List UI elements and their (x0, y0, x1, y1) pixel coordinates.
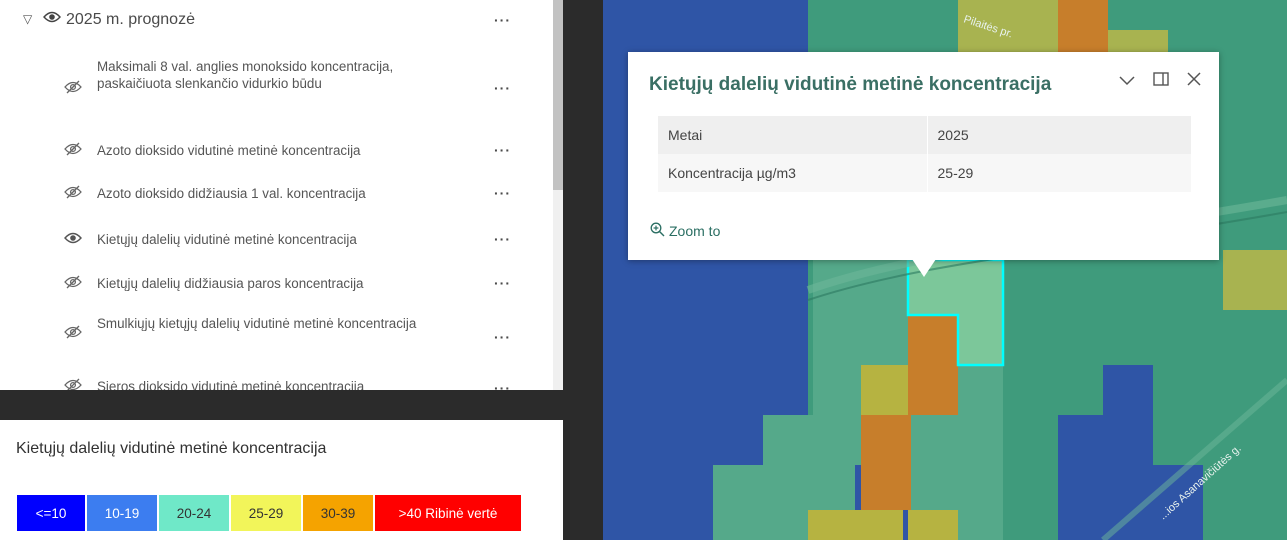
attribute-table: Metai 2025 Koncentracija µg/m3 25-29 (658, 116, 1191, 192)
layer-item-label: Smulkiųjų kietųjų dalelių vidutinė metin… (97, 316, 417, 331)
zoom-to-button[interactable]: Zoom to (650, 222, 720, 240)
layer-group-label: 2025 m. prognozė (66, 11, 195, 28)
popup-title: Kietųjų dalelių vidutinė metinė koncentr… (649, 74, 1052, 95)
table-row: Metai 2025 (658, 116, 1191, 154)
legend-class: 30-39 (302, 494, 374, 532)
layer-group-menu-button[interactable]: ··· (494, 12, 511, 28)
attribute-value: 2025 (927, 116, 1191, 154)
layer-list-scrollbar[interactable] (553, 0, 563, 390)
legend-swatches: <=10 10-19 20-24 25-29 30-39 >40 Ribinė vertė (16, 494, 522, 532)
layer-item-menu-button[interactable]: ··· (494, 275, 511, 292)
legend-class: 10-19 (86, 494, 158, 532)
caret-down-icon[interactable]: ▽ (23, 12, 32, 26)
legend-class: 20-24 (158, 494, 230, 532)
chevron-down-icon[interactable] (1119, 73, 1135, 91)
layer-item-menu-button[interactable]: ··· (494, 380, 511, 390)
eye-icon[interactable] (43, 10, 61, 24)
feature-popup: Kietųjų dalelių vidutinė metinė koncentr… (628, 52, 1219, 260)
layer-item-menu-button[interactable]: ··· (494, 329, 511, 346)
legend-panel: Kietųjų dalelių vidutinė metinė koncentr… (0, 420, 563, 540)
layer-item-label: Kietųjų dalelių didžiausia paros koncent… (97, 276, 364, 291)
layer-list-panel: ▽ 2025 m. prognozė ··· Maksimali 8 val. … (0, 0, 563, 390)
dock-icon[interactable] (1153, 72, 1169, 91)
layer-item-label: Kietųjų dalelių vidutinė metinė koncentr… (97, 232, 357, 247)
zoom-to-label: Zoom to (669, 223, 721, 239)
eye-off-icon[interactable] (64, 185, 82, 199)
layer-item-label: Azoto dioksido didžiausia 1 val. koncent… (97, 186, 366, 201)
layer-item-label: Sieros dioksido vidutinė metinė koncentr… (97, 379, 365, 390)
attribute-value: 25-29 (927, 154, 1191, 192)
eye-off-icon[interactable] (64, 325, 82, 339)
layer-item-label: Maksimali 8 val. anglies monoksido konce… (97, 59, 394, 91)
attribute-key: Koncentracija µg/m3 (658, 154, 928, 192)
attribute-key: Metai (658, 116, 928, 154)
popup-actions (1119, 72, 1201, 91)
popup-pointer (912, 259, 936, 277)
table-row: Koncentracija µg/m3 25-29 (658, 154, 1191, 192)
eye-icon[interactable] (64, 231, 82, 245)
layer-item-menu-button[interactable]: ··· (494, 80, 511, 97)
zoom-in-icon (650, 222, 665, 240)
legend-class: >40 Ribinė vertė (374, 494, 522, 532)
eye-off-icon[interactable] (64, 378, 82, 390)
eye-off-icon[interactable] (64, 80, 82, 94)
layer-group-2025[interactable]: ▽ 2025 m. prognozė ··· (0, 0, 553, 42)
layer-item-menu-button[interactable]: ··· (494, 231, 511, 248)
layer-item-label: Azoto dioksido vidutinė metinė koncentra… (97, 143, 361, 158)
eye-off-icon[interactable] (64, 275, 82, 289)
eye-off-icon[interactable] (64, 142, 82, 156)
legend-title: Kietųjų dalelių vidutinė metinė koncentr… (16, 440, 327, 457)
legend-class: <=10 (16, 494, 86, 532)
layer-item-menu-button[interactable]: ··· (494, 142, 511, 159)
legend-class: 25-29 (230, 494, 302, 532)
close-icon[interactable] (1187, 72, 1201, 91)
scroll-thumb[interactable] (553, 0, 563, 190)
layer-item-menu-button[interactable]: ··· (494, 185, 511, 202)
